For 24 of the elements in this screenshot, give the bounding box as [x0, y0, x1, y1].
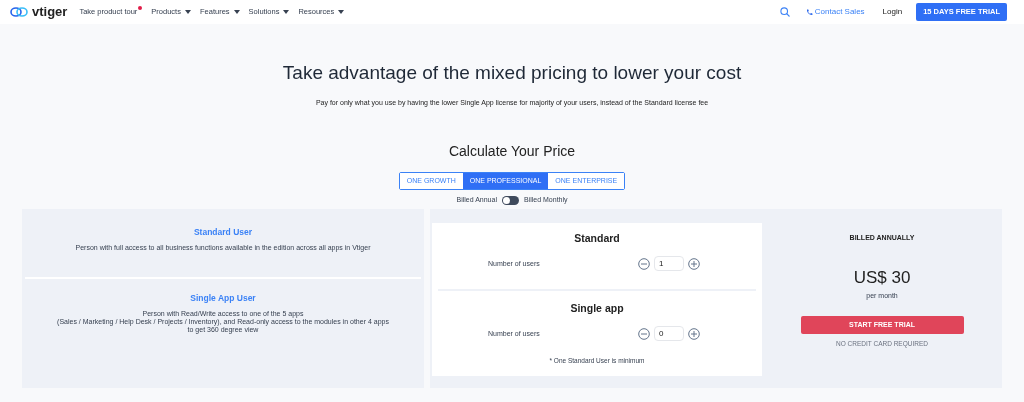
page-heading: Take advantage of the mixed pricing to lower your cost: [282, 61, 742, 85]
minus-icon[interactable]: [638, 327, 650, 340]
minus-icon[interactable]: [638, 257, 650, 270]
contact-sales-link[interactable]: Contact Sales: [814, 6, 865, 18]
caret-icon: [233, 10, 240, 14]
quantity-field[interactable]: 0: [654, 326, 684, 342]
caret-icon: [338, 10, 345, 14]
brand-logo-text[interactable]: vtiger: [32, 2, 68, 22]
price-amount: US$ 30: [853, 267, 911, 289]
plus-icon[interactable]: [688, 327, 700, 340]
calculator-heading: Calculate Your Price: [448, 142, 576, 161]
caret-icon: [184, 10, 191, 14]
user-type-title: Single App User: [190, 291, 256, 305]
billing-toggle[interactable]: [501, 195, 519, 205]
cloud-logo-icon: [10, 6, 28, 18]
quantity-field[interactable]: 1: [654, 256, 684, 272]
phone-icon: [805, 8, 813, 16]
license-title: Standard: [574, 230, 620, 246]
caret-icon: [283, 10, 290, 14]
license-title: Single app: [570, 300, 624, 316]
search-icon[interactable]: [779, 7, 790, 17]
user-type-title: Standard User: [193, 225, 253, 239]
plus-icon[interactable]: [688, 257, 700, 270]
login-link[interactable]: Login: [882, 6, 903, 18]
